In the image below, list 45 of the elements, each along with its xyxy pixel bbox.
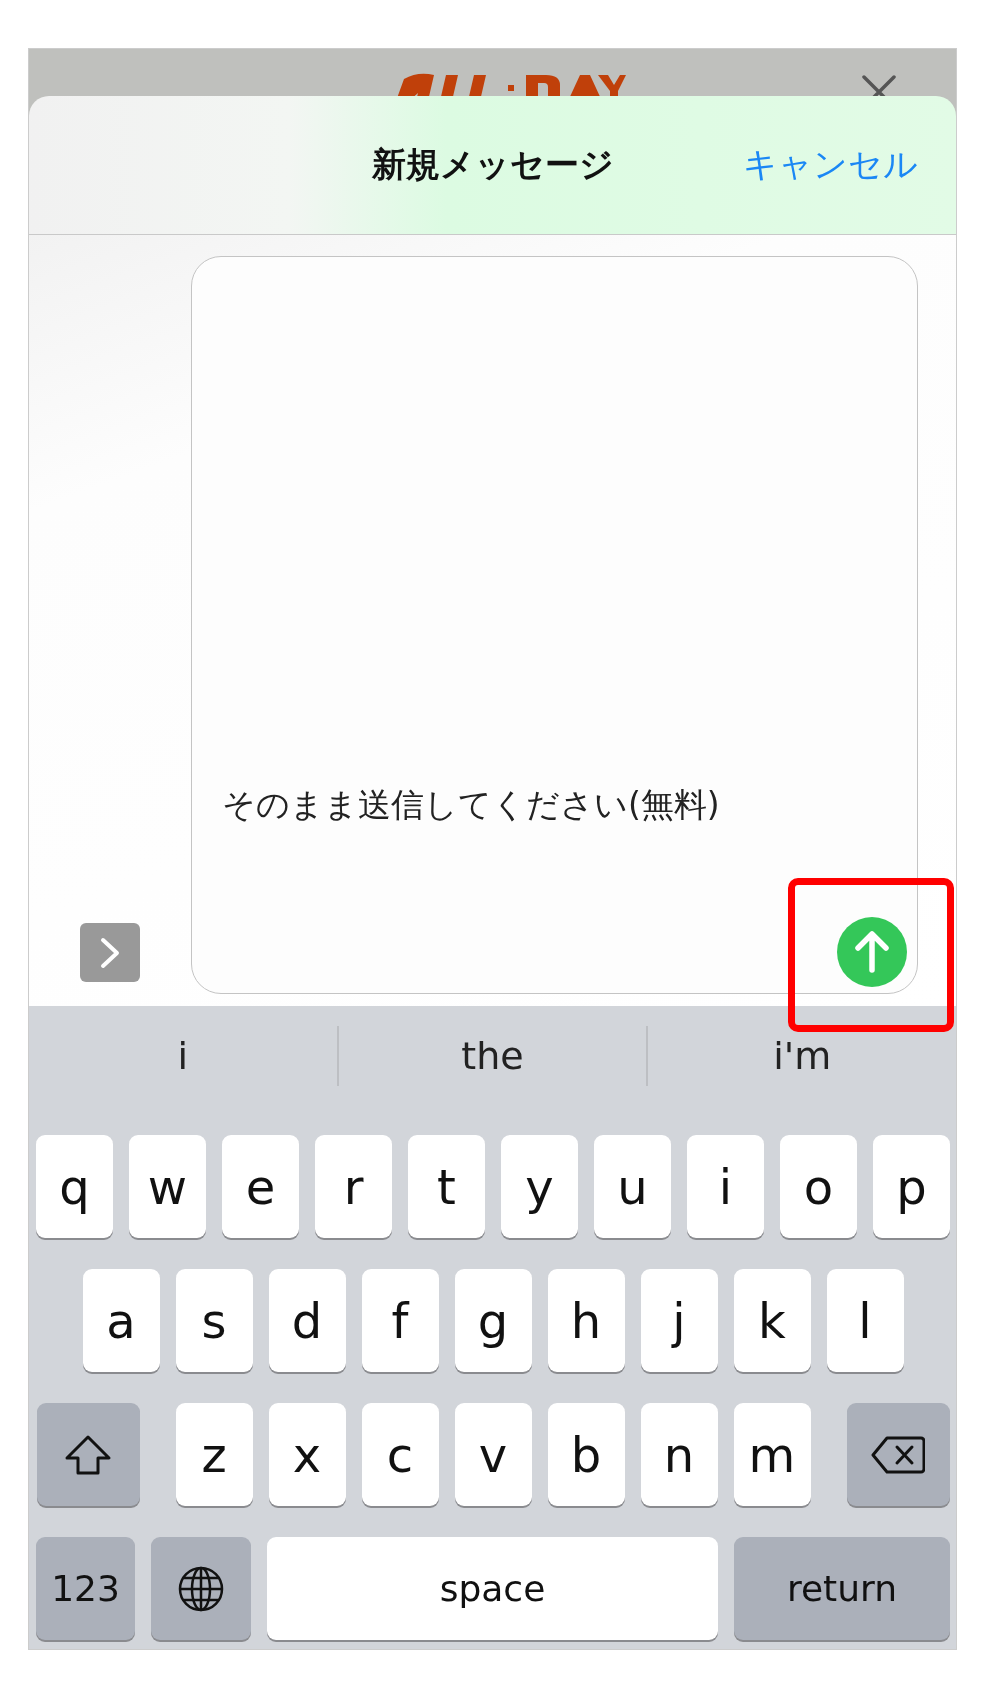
letter-key[interactable]: q — [36, 1135, 113, 1238]
close-icon[interactable] — [862, 75, 896, 96]
space-key[interactable]: space — [267, 1537, 718, 1640]
letter-key[interactable]: v — [454, 1403, 532, 1506]
letter-key[interactable]: c — [361, 1403, 439, 1506]
letter-key[interactable]: r — [315, 1135, 392, 1238]
letter-key[interactable]: b — [547, 1403, 625, 1506]
letter-key[interactable]: j — [640, 1269, 718, 1372]
backspace-icon — [871, 1435, 925, 1474]
letter-key[interactable]: e — [222, 1135, 299, 1238]
letter-key[interactable]: n — [640, 1403, 718, 1506]
letter-key[interactable]: l — [826, 1269, 904, 1372]
letter-key[interactable]: g — [454, 1269, 532, 1372]
letter-key[interactable]: m — [733, 1403, 811, 1506]
shift-key[interactable] — [36, 1403, 140, 1506]
letter-key[interactable]: p — [873, 1135, 950, 1238]
globe-key[interactable] — [151, 1537, 251, 1640]
message-field[interactable]: そのまま送信してください(無料) — [191, 256, 918, 994]
suggestion[interactable]: i — [177, 1034, 189, 1078]
letter-key[interactable]: w — [129, 1135, 206, 1238]
letter-key[interactable]: x — [268, 1403, 346, 1506]
globe-icon — [177, 1564, 225, 1613]
return-key[interactable]: return — [734, 1537, 950, 1640]
shift-icon — [64, 1433, 112, 1476]
message-text: そのまま送信してください(無料) — [222, 784, 720, 826]
letter-key[interactable]: z — [175, 1403, 253, 1506]
letter-key[interactable]: k — [733, 1269, 811, 1372]
letter-key[interactable]: t — [408, 1135, 485, 1238]
letter-key[interactable]: a — [82, 1269, 160, 1372]
letter-key[interactable]: u — [594, 1135, 671, 1238]
suggestion[interactable]: the — [461, 1034, 524, 1078]
numbers-key[interactable]: 123 — [36, 1537, 135, 1640]
delete-key[interactable] — [846, 1403, 950, 1506]
letter-key[interactable]: o — [780, 1135, 857, 1238]
letter-key[interactable]: d — [268, 1269, 346, 1372]
suggestion[interactable]: i'm — [773, 1034, 832, 1078]
arrow-up-icon — [854, 930, 890, 974]
letter-key[interactable]: f — [361, 1269, 439, 1372]
letter-key[interactable]: h — [547, 1269, 625, 1372]
letter-key[interactable]: y — [501, 1135, 578, 1238]
letter-key[interactable]: i — [687, 1135, 764, 1238]
letter-key[interactable]: s — [175, 1269, 253, 1372]
sheet-title: 新規メッセージ — [371, 144, 614, 184]
chevron-icon — [99, 935, 121, 970]
expand-button[interactable] — [80, 923, 140, 982]
